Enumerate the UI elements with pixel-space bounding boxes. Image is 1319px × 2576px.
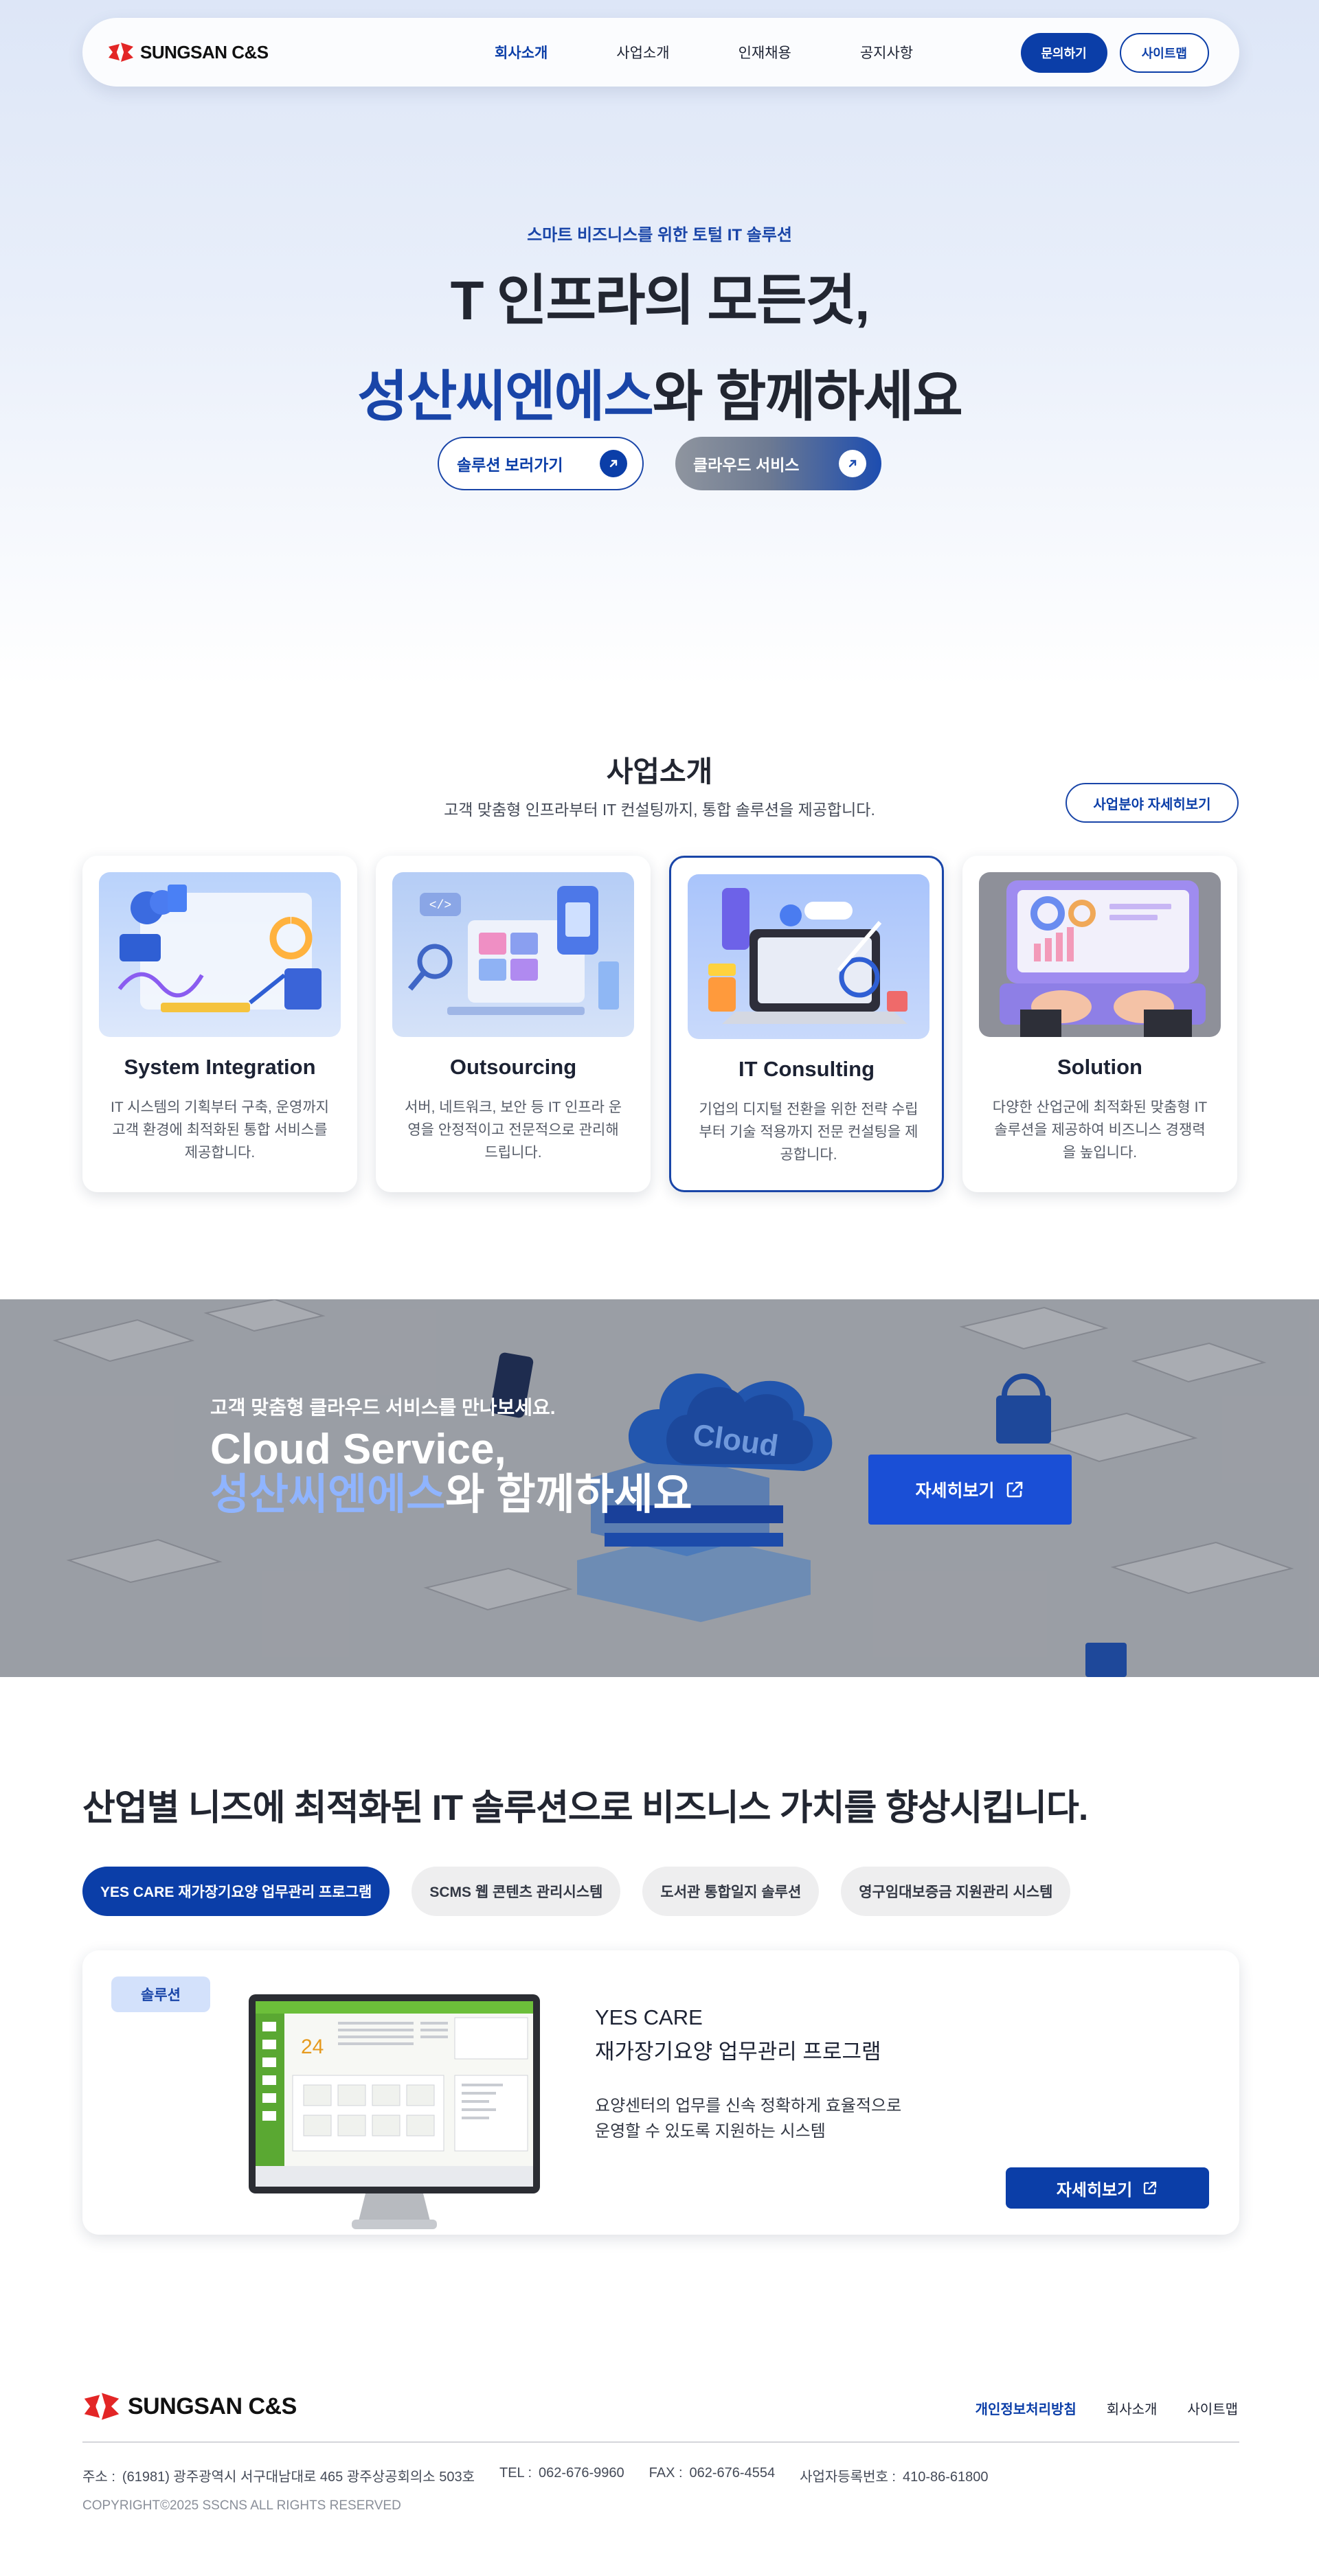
cloud-more-button[interactable]: 자세히보기: [868, 1455, 1072, 1525]
solution-more-label: 자세히보기: [1056, 2180, 1133, 2200]
tab-rental-deposit[interactable]: 영구임대보증금 지원관리 시스템: [841, 1867, 1071, 1916]
card-desc: 다양한 산업군에 최적화된 맞춤형 IT 솔루션을 제공하여 비즈니스 경쟁력을…: [992, 1099, 1208, 1161]
footer-address-label: 주소 :: [82, 2470, 115, 2485]
cloud-service-button[interactable]: 클라우드 서비스: [675, 437, 881, 490]
cloud-title-line1: Cloud Service,: [210, 1426, 506, 1473]
card-desc: IT 시스템의 기획부터 구축, 운영까지 고객 환경에 최적화된 통합 서비스…: [111, 1099, 329, 1161]
card-title: System Integration: [124, 1055, 316, 1079]
footer-divider: [82, 2441, 1239, 2443]
tab-yes-care[interactable]: YES CARE 재가장기요양 업무관리 프로그램: [82, 1867, 390, 1916]
hero-title-line2: 와 함께하세요: [652, 366, 963, 427]
footer-biz-label: 사업자등록번호 :: [800, 2470, 896, 2485]
business-card-solution[interactable]: Solution 다양한 산업군에 최적화된 맞춤형 IT 솔루션을 제공하여 …: [962, 856, 1237, 1192]
brand-name: SUNGSAN C&S: [140, 41, 269, 62]
nav-item-business[interactable]: 사업소개: [616, 42, 669, 62]
external-link-icon: [1144, 2181, 1157, 2195]
card-title: Outsourcing: [449, 1055, 577, 1079]
solution-tabs: YES CARE 재가장기요양 업무관리 프로그램 SCMS 웹 콘텐츠 관리시…: [82, 1867, 1071, 1916]
svg-text:</>: </>: [429, 899, 451, 913]
card-title: Solution: [1057, 1055, 1142, 1079]
solution-desc-line2: 운영할 수 있도록 지원하는 시스템: [595, 2122, 826, 2141]
tab-scms[interactable]: SCMS 웹 콘텐츠 관리시스템: [412, 1867, 621, 1916]
solution-more-button[interactable]: 자세히보기: [1006, 2167, 1209, 2209]
external-link-icon: [1006, 1481, 1022, 1498]
monitor-date-number: 24: [301, 2036, 324, 2058]
footer-address: 주소 : (61981) 광주광역시 서구대남대로 465 광주상공회의소 503…: [82, 2465, 475, 2485]
cloud-kicker: 고객 맞춤형 클라우드 서비스를 만나보세요.: [210, 1397, 556, 1418]
solution-button[interactable]: 솔루션 보러가기: [438, 437, 644, 490]
hero-actions: 솔루션 보러가기 클라우드 서비스: [438, 437, 881, 490]
hero-title: T 인프라의 모든것, 성산씨엔에스와 함께하세요: [0, 253, 1319, 445]
solution-detail-card: 솔루션 24 YES CARE 재가장기요양 업무관리 프로그램 요양센터의 업…: [82, 1950, 1239, 2235]
footer-logo[interactable]: SUNGSAN C&S: [82, 2387, 297, 2426]
footer-brand-name: SUNGSAN C&S: [128, 2393, 297, 2419]
cloud-title-accent: 성산씨엔에스: [210, 1471, 446, 1518]
footer-fax-value: 062-676-4554: [689, 2465, 776, 2481]
site-header: SUNGSAN C&S 회사소개 사업소개 인재채용 공지사항 문의하기 사이트…: [82, 18, 1239, 87]
solution-button-label: 솔루션 보러가기: [457, 456, 563, 474]
hero-title-accent: 성산씨엔에스: [357, 366, 654, 427]
footer-link-sitemap[interactable]: 사이트맵: [1187, 2398, 1238, 2418]
card-desc: 서버, 네트워크, 보안 등 IT 인프라 운영을 안정적이고 전문적으로 관리…: [404, 1099, 622, 1161]
business-card-system-integration[interactable]: System Integration IT 시스템의 기획부터 구축, 운영까지…: [82, 856, 357, 1192]
footer-links: 개인정보처리방침 회사소개 사이트맵: [976, 2398, 1238, 2418]
footer-tel-value: 062-676-9960: [539, 2465, 624, 2481]
system-integration-illustration: [99, 872, 341, 1037]
main-nav: 회사소개 사업소개 인재채용 공지사항: [495, 18, 982, 87]
solution-badge: 솔루션: [111, 1976, 210, 2012]
hero-title-line1: T 인프라의 모든것,: [450, 270, 870, 331]
cloud-more-label: 자세히보기: [915, 1481, 995, 1501]
footer-biz-no: 사업자등록번호 : 410-86-61800: [800, 2465, 988, 2485]
brand-logo[interactable]: SUNGSAN C&S: [107, 38, 269, 66]
footer-biz-value: 410-86-61800: [903, 2470, 989, 2485]
footer-address-value: (61981) 광주광역시 서구대남대로 465 광주상공회의소 503호: [122, 2470, 475, 2485]
it-consulting-illustration: [688, 874, 929, 1039]
card-desc: 기업의 디지털 전환을 위한 전략 수립부터 기술 적용까지 전문 컨설팅을 제…: [699, 1102, 918, 1163]
tab-library[interactable]: 도서관 통합일지 솔루션: [642, 1867, 820, 1916]
nav-item-notices[interactable]: 공지사항: [860, 42, 913, 62]
solutions-title: 산업별 니즈에 최적화된 IT 솔루션으로 비즈니스 가치를 향상시킵니다.: [82, 1788, 1088, 1828]
logo-icon: [84, 2393, 120, 2420]
nav-item-careers[interactable]: 인재채용: [739, 42, 791, 62]
nav-item-company[interactable]: 회사소개: [495, 42, 548, 62]
arrow-up-right-icon: [600, 450, 627, 477]
footer-tel-label: TEL :: [499, 2465, 532, 2481]
arrow-up-right-icon: [839, 450, 866, 477]
business-card-outsourcing[interactable]: </> Outsourcing 서버, 네트워크, 보안 등 IT 인프라 운영…: [376, 856, 651, 1192]
business-card-it-consulting[interactable]: IT Consulting 기업의 디지털 전환을 위한 전략 수립부터 기술 …: [669, 856, 944, 1192]
logo-icon: [109, 43, 133, 62]
footer-tel: TEL : 062-676-9960: [499, 2465, 624, 2485]
hero-section: SUNGSAN C&S 회사소개 사업소개 인재채용 공지사항 문의하기 사이트…: [0, 0, 1319, 687]
contact-button[interactable]: 문의하기: [1020, 33, 1107, 73]
solution-name-line1: YES CARE: [595, 2005, 703, 2029]
footer-link-company[interactable]: 회사소개: [1107, 2398, 1158, 2418]
copyright: COPYRIGHT©2025 SSCNS ALL RIGHTS RESERVED: [82, 2498, 401, 2513]
cloud-title: Cloud Service, 성산씨엔에스와 함께하세요: [210, 1427, 692, 1518]
header-actions: 문의하기 사이트맵: [1020, 33, 1209, 73]
cloud-service-button-label: 클라우드 서비스: [693, 456, 800, 474]
cloud-title-line2: 와 함께하세요: [445, 1471, 692, 1518]
footer-company-info: 주소 : (61981) 광주광역시 서구대남대로 465 광주상공회의소 503…: [82, 2465, 989, 2485]
hero-kicker: 스마트 비즈니스를 위한 토털 IT 솔루션: [527, 226, 792, 244]
card-title: IT Consulting: [738, 1057, 875, 1081]
footer-link-privacy[interactable]: 개인정보처리방침: [976, 2398, 1076, 2418]
outsourcing-illustration: </>: [392, 872, 634, 1037]
footer-fax-label: FAX :: [649, 2465, 683, 2481]
solution-desc-line1: 요양센터의 업무를 신속 정확하게 효율적으로: [595, 2097, 902, 2115]
footer-fax: FAX : 062-676-4554: [649, 2465, 775, 2485]
cloud-banner: Cloud 고객 맞춤형 클라우드 서비스를 만나보세요. Cloud Serv…: [0, 1299, 1319, 1677]
business-more-button[interactable]: 사업분야 자세히보기: [1066, 783, 1239, 823]
solution-illustration: [979, 872, 1221, 1037]
sitemap-button[interactable]: 사이트맵: [1119, 33, 1209, 73]
solution-name-line2: 재가장기요양 업무관리 프로그램: [595, 2040, 881, 2064]
monitor-screenshot-image: 24: [249, 1994, 540, 2229]
